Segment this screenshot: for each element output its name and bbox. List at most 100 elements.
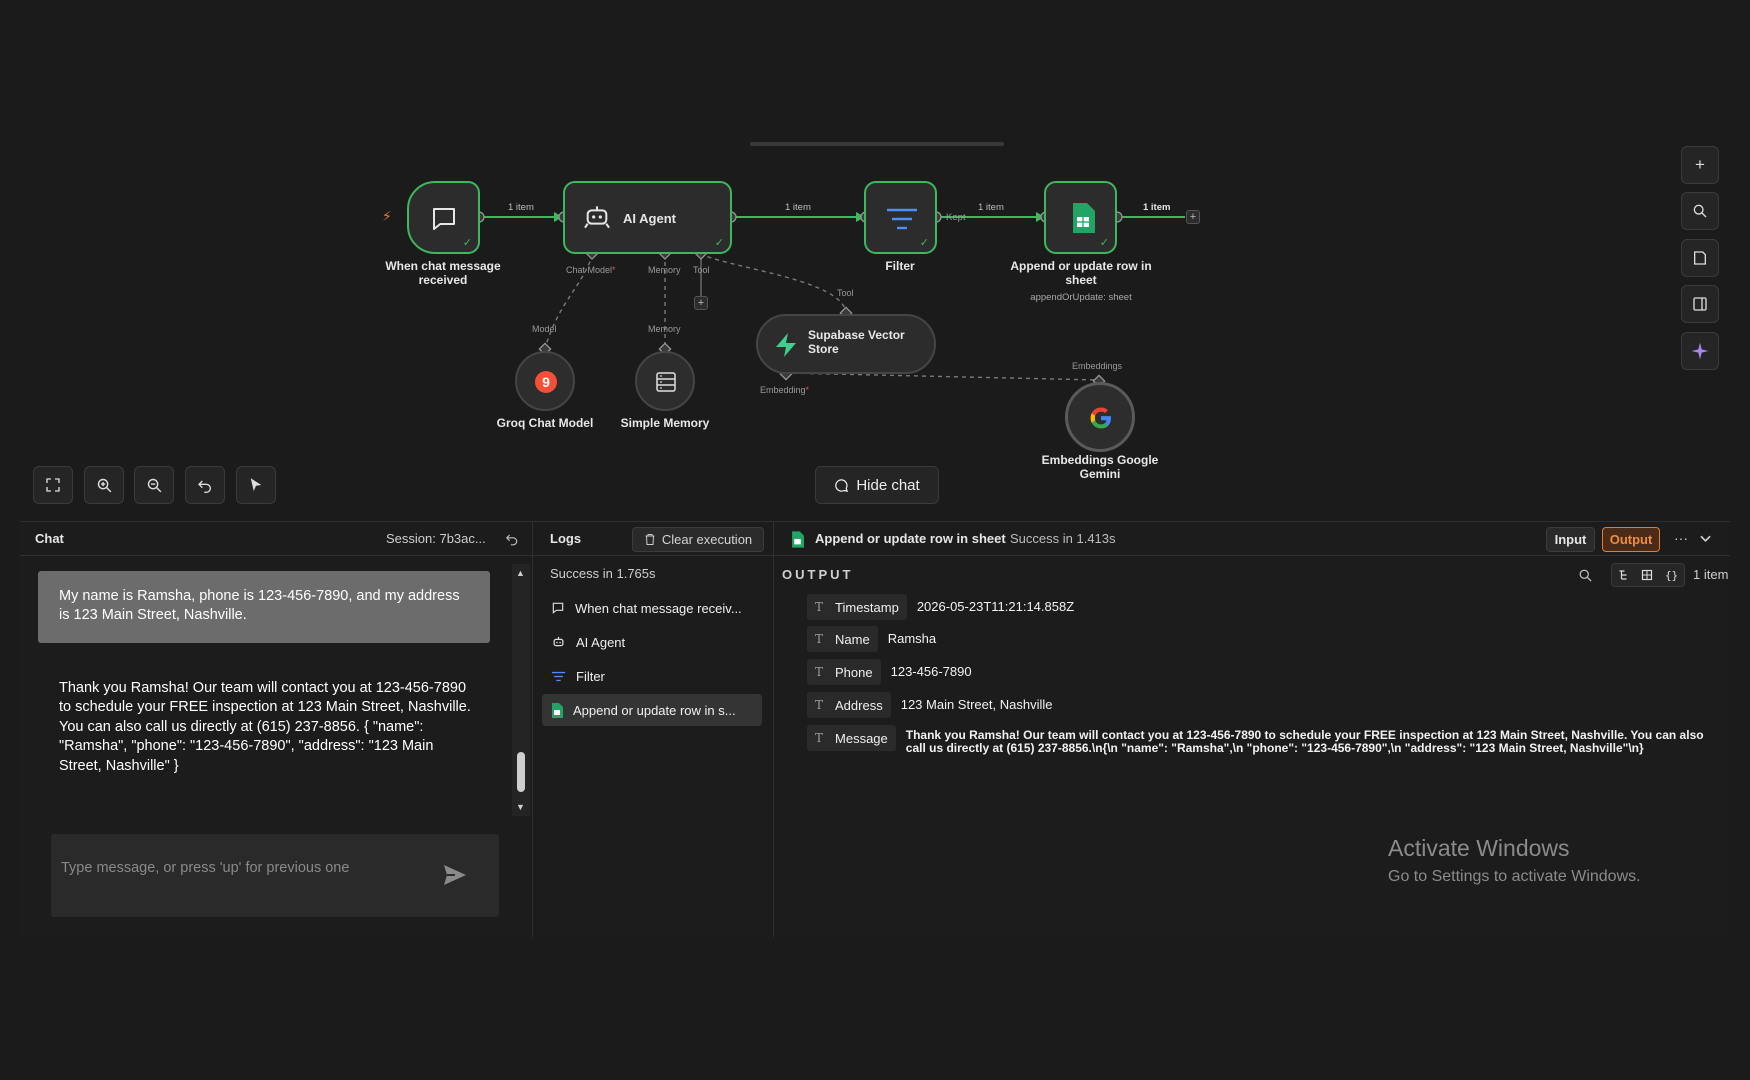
field-value: Thank you Ramsha! Our team will contact … [905,728,1704,755]
node-ai-agent[interactable]: AI Agent ✓ [563,181,732,254]
google-sheets-icon [552,702,563,718]
wand-icon [250,478,262,491]
edge-label: 1 item [785,202,811,213]
chat-icon [835,478,849,492]
text-type-icon: T [815,632,824,646]
success-check-icon: ✓ [1099,237,1109,249]
zoom-in-icon [97,478,111,492]
add-node-button[interactable]: + [1186,210,1200,224]
scroll-up-icon[interactable]: ▲ [516,568,525,578]
node-chat-trigger[interactable]: ✓ [407,181,480,254]
supabase-icon [776,333,796,357]
zoom-out-button[interactable] [134,466,174,504]
reset-zoom-button[interactable] [185,466,225,504]
json-view-icon[interactable]: {} [1665,569,1678,582]
output-status: Success in 1.413s [1010,531,1116,546]
output-tab-button[interactable]: Output [1602,527,1660,552]
tidy-up-button[interactable] [236,466,276,504]
send-icon[interactable] [443,864,467,886]
more-options-icon[interactable]: ··· [1674,530,1688,546]
add-tool-button[interactable]: + [694,296,708,310]
field-key-tag: T Phone [807,659,881,685]
output-section-title: OUTPUT [782,567,854,582]
node-google-sheets[interactable]: ✓ [1044,181,1117,254]
chat-header: Chat Session: 7b3ac... [20,522,532,556]
activate-windows-subtitle: Go to Settings to activate Windows. [1388,868,1641,885]
filter-icon [551,671,566,681]
field-key-tag: T Address [807,692,891,718]
node-label-groq: Groq Chat Model [496,416,594,430]
toggle-panel-button[interactable] [1681,285,1719,323]
field-value: 123-456-7890 [890,664,972,679]
log-item-ai-agent[interactable]: AI Agent [542,626,762,658]
field-key-tag: T Timestamp [807,594,907,620]
schema-view-icon[interactable] [1618,569,1630,581]
node-groq-chat-model[interactable]: 9 [515,351,575,411]
log-item-filter[interactable]: Filter [542,660,762,692]
node-title-supabase: Supabase Vector Store [808,328,905,356]
bot-message: Thank you Ramsha! Our team will contact … [59,680,471,774]
port-label-chat-model: Chat Model* [566,265,616,275]
hide-chat-label: Hide chat [856,476,920,494]
clear-execution-button[interactable]: Clear execution [632,527,764,552]
chat-icon [552,602,564,614]
node-supabase-vector-store[interactable]: Supabase Vector Store [756,314,936,374]
groq-icon: 9 [535,371,557,393]
chevron-down-icon[interactable] [1700,535,1711,543]
trash-icon [645,534,655,545]
chat-scrollbar-thumb[interactable] [517,752,525,792]
table-view-icon[interactable] [1641,569,1653,581]
field-value: 2026-05-23T11:21:14.858Z [916,599,1075,614]
field-key: Address [835,697,883,713]
log-item-label: When chat message receiv... [575,600,742,616]
search-icon [1693,204,1707,218]
success-check-icon: ✓ [462,237,472,249]
text-type-icon: T [815,731,824,745]
node-embeddings-gemini[interactable] [1065,382,1135,452]
search-icon[interactable] [1578,568,1593,583]
item-count: 1 item [1693,567,1729,582]
ai-assistant-button[interactable] [1681,332,1719,370]
clear-execution-label: Clear execution [661,532,753,547]
field-key-tag: T Name [807,626,878,652]
chat-message-input[interactable]: Type message, or press 'up' for previous… [51,834,499,917]
field-key: Message [835,730,888,746]
output-field-row: T Name Ramsha [807,626,936,652]
output-node-title: Append or update row in sheet [815,531,1006,546]
node-label-filter: Filter [885,259,915,273]
field-key: Timestamp [835,599,899,615]
hide-chat-button[interactable]: Hide chat [815,466,939,504]
log-item-sheets[interactable]: Append or update row in s... [542,694,762,726]
robot-icon [553,636,564,646]
google-sheets-icon [792,531,804,548]
success-check-icon: ✓ [714,237,724,249]
success-check-icon: ✓ [919,237,929,249]
user-message: My name is Ramsha, phone is 123-456-7890… [38,571,490,643]
zoom-in-button[interactable] [84,466,124,504]
session-id: Session: 7b3ac... [386,531,486,546]
node-simple-memory[interactable] [635,351,695,411]
text-type-icon: T [815,600,824,614]
node-label-embeddings: Embeddings Google Gemini [1041,453,1159,481]
chat-input-placeholder: Type message, or press 'up' for previous… [61,860,350,876]
node-sublabel-sheets: appendOrUpdate: sheet [1030,292,1132,303]
fit-view-button[interactable] [33,466,73,504]
input-tab-button[interactable]: Input [1546,527,1595,552]
add-node-tool-button[interactable]: + [1681,146,1719,184]
search-nodes-button[interactable] [1681,192,1719,230]
panel-icon [1693,297,1707,311]
log-item-trigger[interactable]: When chat message receiv... [542,592,762,624]
node-title-ai-agent: AI Agent [623,211,676,226]
output-field-row: T Address 123 Main Street, Nashville [807,692,1052,718]
scroll-down-icon[interactable]: ▼ [516,802,525,812]
sticky-note-button[interactable] [1681,239,1719,277]
database-icon [656,372,676,392]
panel-divider [532,522,533,937]
view-mode-toggle: {} [1611,563,1685,587]
reset-session-icon[interactable] [505,532,519,546]
zoom-out-icon [147,478,161,492]
workflow-canvas[interactable]: ⚡ ✓ When chat message received AI Agent … [0,0,1750,520]
node-filter[interactable]: ✓ [864,181,937,254]
field-key: Phone [835,664,873,680]
node-label-memory: Simple Memory [620,416,710,430]
